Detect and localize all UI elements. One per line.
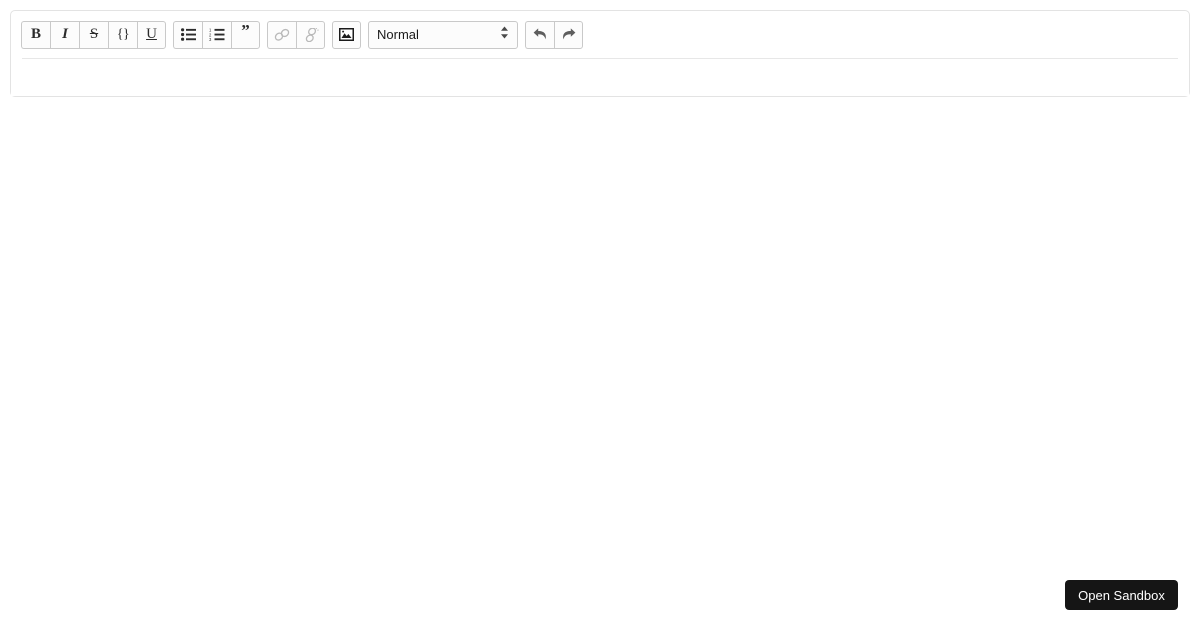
undo-button[interactable] [525, 20, 554, 49]
numbered-list-icon: 1 2 3 [209, 28, 225, 41]
undo-arrow-icon [533, 27, 548, 42]
bold-button[interactable]: B [21, 20, 50, 49]
editor-content-area[interactable] [11, 58, 1189, 96]
toolbar-group-link [267, 20, 325, 49]
toolbar-group-block-format: 1 2 3 ” [173, 20, 260, 49]
strikethrough-icon: S [89, 26, 99, 42]
editor-toolbar: B I S {} U 1 2 3 ” Normal [11, 11, 1189, 59]
code-braces-icon: {} [116, 26, 130, 42]
bullet-list-button[interactable] [173, 20, 202, 49]
redo-arrow-icon [561, 27, 576, 42]
remove-link-button[interactable] [296, 20, 325, 49]
underline-icon: U [146, 26, 157, 42]
insert-link-button[interactable] [267, 20, 296, 49]
toolbar-divider [22, 58, 1178, 59]
italic-icon: I [62, 26, 68, 42]
toolbar-group-history [525, 20, 583, 49]
quote-icon: ” [241, 21, 250, 41]
underline-button[interactable]: U [137, 20, 166, 49]
toolbar-group-inline-format: B I S {} U [21, 20, 166, 49]
open-sandbox-button[interactable]: Open Sandbox [1065, 580, 1178, 610]
svg-text:3: 3 [209, 37, 212, 41]
numbered-list-button[interactable]: 1 2 3 [202, 20, 231, 49]
block-format-select[interactable]: Normal [368, 20, 518, 49]
blockquote-button[interactable]: ” [231, 20, 260, 49]
bold-icon: B [30, 26, 41, 42]
image-icon [339, 28, 354, 41]
strikethrough-button[interactable]: S [79, 20, 108, 49]
link-icon [274, 28, 290, 42]
unlink-icon [303, 27, 319, 42]
bullet-list-icon [180, 28, 196, 41]
page-root: B I S {} U 1 2 3 ” Normal Open Sandbox [0, 0, 1200, 630]
toolbar-group-media [332, 20, 361, 49]
rich-text-editor: B I S {} U 1 2 3 ” Normal [10, 10, 1190, 97]
italic-button[interactable]: I [50, 20, 79, 49]
code-button[interactable]: {} [108, 20, 137, 49]
insert-image-button[interactable] [332, 20, 361, 49]
redo-button[interactable] [554, 20, 583, 49]
block-format-select-wrapper: Normal [368, 20, 518, 49]
